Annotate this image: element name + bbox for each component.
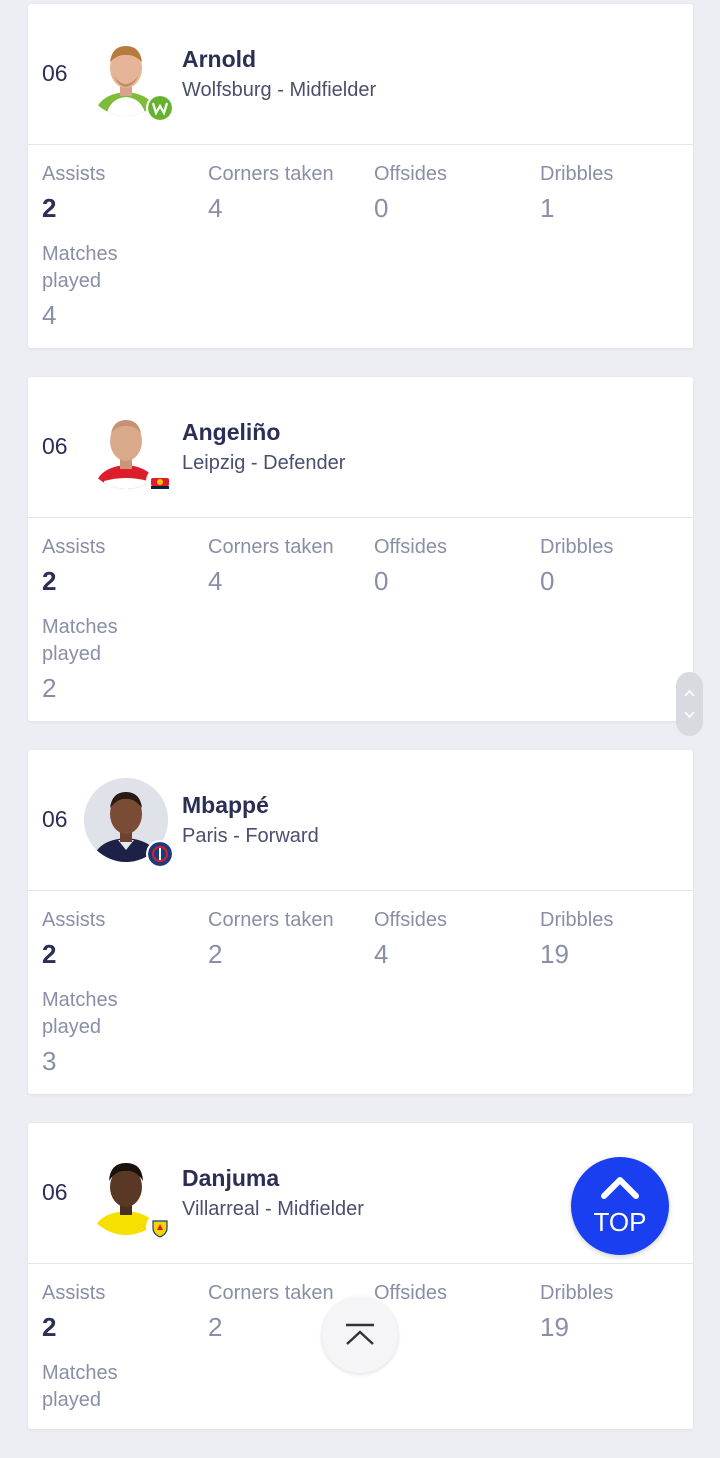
- stat-value: 2: [42, 1312, 57, 1342]
- stat-label: Assists: [42, 1282, 106, 1304]
- stat-value: 2: [208, 939, 223, 969]
- stat-label: Offsides: [374, 163, 447, 185]
- top-button[interactable]: TOP: [571, 1157, 669, 1255]
- player-rank: 06: [42, 1179, 68, 1205]
- stat-dribbles: Dribbles 1: [540, 161, 693, 227]
- player-card[interactable]: 06 Angeliño Leipzig - Defender Assists 2…: [28, 377, 693, 721]
- stat-corners: Corners taken 4: [208, 161, 374, 227]
- stat-assists: Assists 2: [42, 534, 208, 600]
- stat-dribbles: Dribbles 19: [540, 907, 693, 973]
- stat-value: 4: [374, 939, 389, 969]
- stat-assists: Assists 2: [42, 161, 208, 227]
- player-name: Danjuma: [182, 1165, 280, 1191]
- scroll-to-top-button[interactable]: [322, 1297, 398, 1373]
- stat-label: Matches played: [42, 1362, 118, 1411]
- stat-value: 3: [42, 1046, 57, 1076]
- stat-value: 2: [42, 193, 57, 223]
- stat-label: Assists: [42, 163, 106, 185]
- player-stats: Assists 2 Corners taken 4 Offsides 0 Dri…: [28, 145, 693, 348]
- player-card[interactable]: 06 Mbappé Paris - Forward Assists 2 Corn…: [28, 750, 693, 1094]
- stat-matches: Matches played 3: [42, 987, 208, 1080]
- stat-corners: Corners taken 2: [208, 907, 374, 973]
- top-button-label: TOP: [593, 1207, 647, 1237]
- stat-value: 4: [208, 193, 223, 223]
- player-stats: Assists 2 Corners taken 4 Offsides 0 Dri…: [28, 518, 693, 721]
- scroll-indicator[interactable]: [676, 672, 703, 736]
- stat-offsides: Offsides: [374, 1280, 540, 1346]
- player-card[interactable]: 06 Arnold Wolfsburg - Midfielder Assists…: [28, 4, 693, 348]
- stat-matches: Matches played 2: [42, 614, 208, 707]
- stat-dribbles: Dribbles 0: [540, 534, 693, 600]
- psg-badge-icon: [146, 840, 174, 868]
- stat-label: Offsides: [374, 909, 447, 931]
- stat-value: 19: [540, 1312, 569, 1342]
- stat-label: Dribbles: [540, 536, 614, 558]
- player-team-position: Leipzig - Defender: [182, 452, 346, 474]
- stat-value: 2: [42, 566, 57, 596]
- stat-offsides: Offsides 0: [374, 161, 540, 227]
- stat-label: Dribbles: [540, 909, 614, 931]
- stat-value: 1: [540, 193, 555, 223]
- stat-value: 4: [208, 566, 223, 596]
- stat-label: Matches played: [42, 989, 118, 1038]
- stat-value: 2: [42, 939, 57, 969]
- stat-label: Matches played: [42, 616, 118, 665]
- stat-value: 0: [374, 566, 389, 596]
- stat-matches: Matches played 4: [42, 241, 208, 334]
- player-team-position: Wolfsburg - Midfielder: [182, 79, 377, 101]
- chevron-up-icon: [601, 1177, 639, 1199]
- player-header[interactable]: 06 Mbappé Paris - Forward: [28, 750, 693, 891]
- arrow-to-top-icon: [346, 1323, 374, 1345]
- up-down-arrows-icon: [684, 689, 695, 719]
- stat-value: 0: [540, 566, 555, 596]
- stat-assists: Assists 2: [42, 1280, 208, 1346]
- stat-value: 4: [42, 300, 57, 330]
- player-name: Arnold: [182, 46, 257, 72]
- villarreal-badge-icon: [146, 1213, 174, 1241]
- stat-label: Matches played: [42, 243, 118, 292]
- stat-value: 19: [540, 939, 569, 969]
- stat-value: 0: [374, 193, 389, 223]
- stat-offsides: Offsides 0: [374, 534, 540, 600]
- stat-label: Corners taken: [208, 909, 334, 931]
- player-rank: 06: [42, 806, 68, 832]
- stat-label: Dribbles: [540, 1282, 614, 1304]
- player-name: Angeliño: [182, 419, 281, 445]
- player-name: Mbappé: [182, 792, 269, 818]
- player-team-position: Villarreal - Midfielder: [182, 1198, 364, 1220]
- leipzig-badge-icon: [146, 467, 174, 495]
- stat-label: Corners taken: [208, 163, 334, 185]
- stat-offsides: Offsides 4: [374, 907, 540, 973]
- player-stats: Assists 2 Corners taken 2 Offsides 4 Dri…: [28, 891, 693, 1094]
- player-team-position: Paris - Forward: [182, 825, 319, 847]
- stat-label: Corners taken: [208, 536, 334, 558]
- player-rank: 06: [42, 60, 68, 86]
- player-rank: 06: [42, 433, 68, 459]
- stat-assists: Assists 2: [42, 907, 208, 973]
- stat-label: Assists: [42, 536, 106, 558]
- wolfsburg-badge-icon: [146, 94, 174, 122]
- stat-matches: Matches played: [42, 1360, 208, 1415]
- stat-label: Dribbles: [540, 163, 614, 185]
- stat-value: 2: [42, 673, 57, 703]
- stat-label: Offsides: [374, 536, 447, 558]
- stat-dribbles: Dribbles 19: [540, 1280, 693, 1346]
- player-header[interactable]: 06 Arnold Wolfsburg - Midfielder: [28, 4, 693, 145]
- stat-label: Assists: [42, 909, 106, 931]
- player-header[interactable]: 06 Angeliño Leipzig - Defender: [28, 377, 693, 518]
- stat-corners: Corners taken 4: [208, 534, 374, 600]
- stat-label: Offsides: [374, 1282, 447, 1304]
